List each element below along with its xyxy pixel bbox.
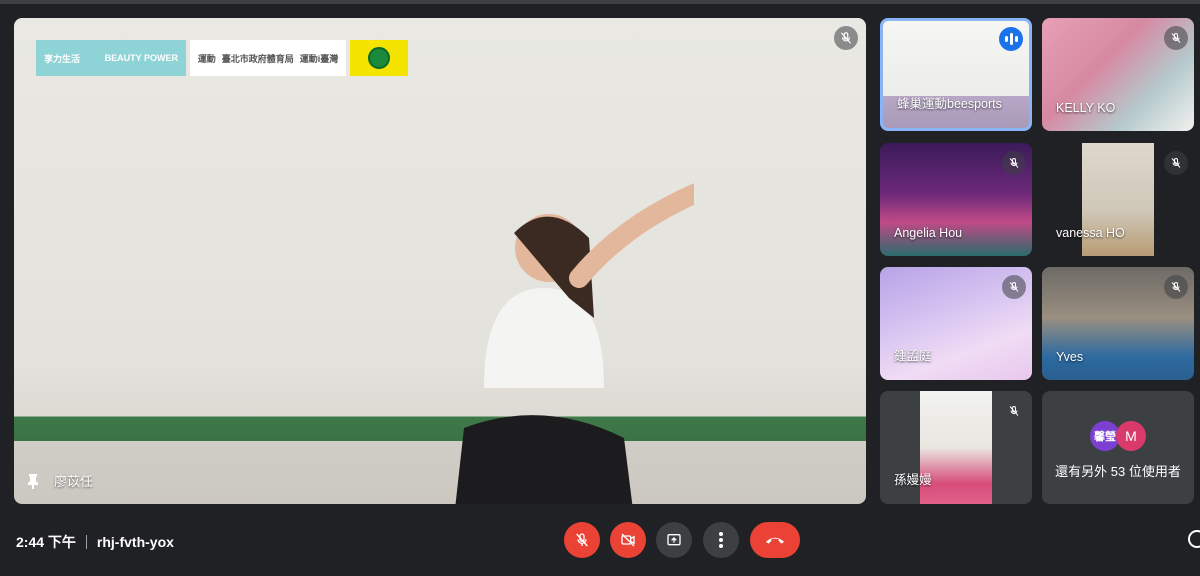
pin-icon[interactable] bbox=[26, 473, 40, 489]
more-participants-label: 還有另外 53 位使用者 bbox=[1055, 464, 1181, 479]
leave-call-button[interactable] bbox=[750, 522, 800, 558]
more-vert-icon bbox=[719, 532, 723, 548]
more-participants-tile[interactable]: 馨瑩 M 還有另外 53 位使用者 bbox=[1042, 391, 1194, 504]
mic-off-icon bbox=[1164, 151, 1188, 175]
hang-up-icon bbox=[765, 537, 785, 544]
participant-tile-vanessa-ho[interactable]: vanessa HO bbox=[1042, 143, 1194, 256]
participant-tile-yves[interactable]: Yves bbox=[1042, 267, 1194, 380]
mic-off-icon bbox=[1164, 26, 1188, 50]
mic-off-icon bbox=[1002, 275, 1026, 299]
presenter-silhouette bbox=[455, 183, 694, 504]
main-video-tile[interactable]: 享力生活 BEAUTY POWER 運動 臺北市政府體育局 運動i臺灣 廖苡任 bbox=[14, 18, 866, 504]
divider bbox=[85, 535, 87, 549]
participant-name: Angelia Hou bbox=[894, 226, 963, 240]
participant-tile-angelia-hou[interactable]: Angelia Hou bbox=[880, 143, 1032, 256]
participant-tile-sun-man-man[interactable]: 孫嫚嫚 bbox=[880, 391, 1032, 504]
mic-off-icon bbox=[1002, 399, 1026, 423]
participant-tile-beesports[interactable]: 蜂巢運動beesports bbox=[880, 18, 1032, 131]
participant-name: Yves bbox=[1056, 350, 1084, 364]
avatar: M bbox=[1116, 421, 1146, 451]
beauty-power-logo: 享力生活 BEAUTY POWER bbox=[36, 40, 186, 76]
meeting-info-icon[interactable] bbox=[1188, 530, 1200, 548]
avatar-group: 馨瑩 M bbox=[1090, 421, 1146, 451]
seal-icon bbox=[368, 47, 390, 69]
top-border bbox=[0, 0, 1200, 4]
mic-off-icon bbox=[1164, 275, 1188, 299]
government-logos: 運動 臺北市政府體育局 運動i臺灣 bbox=[190, 40, 346, 76]
participant-name: vanessa HO bbox=[1056, 226, 1125, 240]
meeting-controls-bar: 2:44 下午 rhj-fvth-yox bbox=[0, 504, 1200, 576]
present-screen-button[interactable] bbox=[656, 522, 692, 558]
toggle-microphone-button[interactable] bbox=[564, 522, 600, 558]
toggle-camera-button[interactable] bbox=[610, 522, 646, 558]
sponsor-banner: 享力生活 BEAUTY POWER 運動 臺北市政府體育局 運動i臺灣 bbox=[36, 40, 408, 76]
more-options-button[interactable] bbox=[703, 522, 739, 558]
meeting-code[interactable]: rhj-fvth-yox bbox=[97, 534, 174, 550]
speaking-indicator-icon bbox=[999, 27, 1023, 51]
mic-off-icon bbox=[834, 26, 858, 50]
presenter-label: 廖苡任 bbox=[26, 471, 93, 490]
presenter-name: 廖苡任 bbox=[54, 474, 94, 489]
clock: 2:44 下午 bbox=[16, 534, 76, 550]
present-screen-icon bbox=[667, 534, 681, 546]
participant-name: 孫嫚嫚 bbox=[894, 473, 932, 487]
participant-name: KELLY KO bbox=[1056, 101, 1116, 115]
participant-name: 蜂巢運動beesports bbox=[897, 97, 1002, 111]
camera-off-icon bbox=[621, 533, 635, 547]
participant-name: 鍾孟庭 bbox=[894, 349, 932, 363]
participant-tile-kelly-ko[interactable]: KELLY KO bbox=[1042, 18, 1194, 131]
sports-administration-logo bbox=[350, 40, 408, 76]
meeting-details: 2:44 下午 rhj-fvth-yox bbox=[16, 532, 174, 552]
mic-off-icon bbox=[1002, 151, 1026, 175]
participant-tile-zhong-meng-ting[interactable]: 鍾孟庭 bbox=[880, 267, 1032, 380]
mic-off-icon bbox=[576, 533, 588, 547]
